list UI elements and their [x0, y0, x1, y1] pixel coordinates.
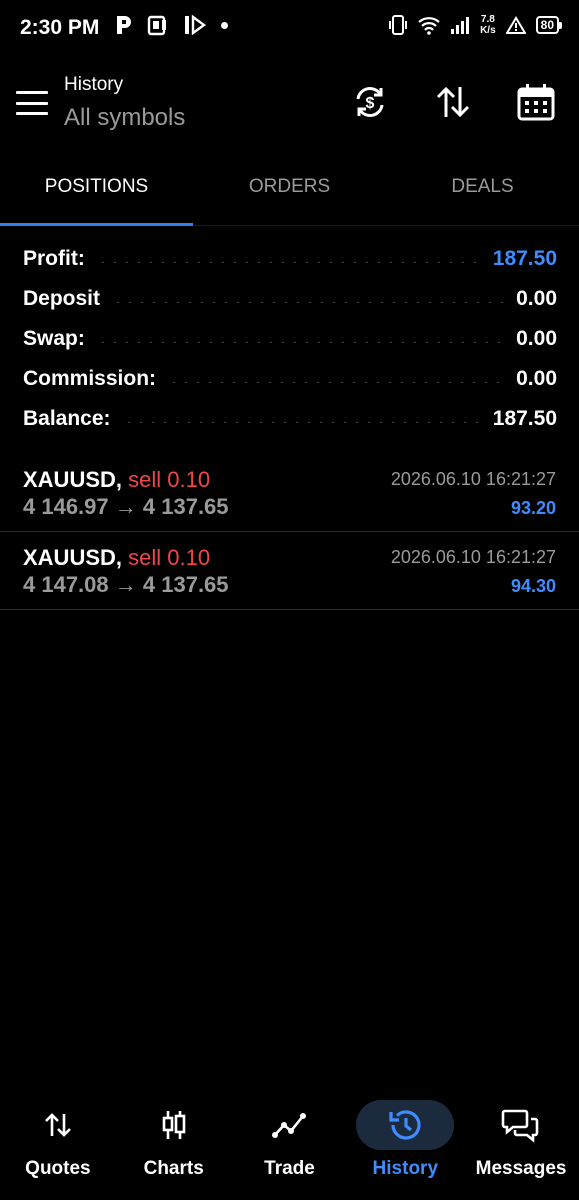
- candlestick-icon: [162, 1111, 185, 1139]
- arrow-icon: →: [114, 494, 137, 519]
- notification-icons: [115, 14, 228, 36]
- open-price: 4 146.97: [23, 494, 109, 519]
- battery-indicator: 80: [535, 16, 563, 34]
- leader-dots: [122, 421, 481, 423]
- page-title: History: [64, 74, 124, 95]
- trade-side: sell 0.10: [128, 545, 211, 570]
- history-tabs: POSITIONS ORDERS DEALS: [0, 148, 579, 226]
- trade-side: sell 0.10: [128, 467, 211, 492]
- history-icon: [389, 1110, 421, 1140]
- position-time: 2026.06.10 16:21:27: [390, 469, 556, 489]
- deposit-value: 0.00: [516, 287, 557, 310]
- net-speed: 7.8 K/s: [480, 14, 496, 36]
- position-time: 2026.06.10 16:21:27: [390, 547, 556, 567]
- sort-button[interactable]: [431, 80, 475, 124]
- position-prices: 4 146.97 → 4 137.65: [23, 494, 229, 520]
- positions-list: XAUUSD, sell 0.10 4 146.97 → 4 137.65 20…: [0, 454, 579, 610]
- warning-icon: [505, 16, 526, 34]
- menu-button[interactable]: [16, 91, 48, 115]
- nav-label: Quotes: [25, 1158, 91, 1179]
- currency-sync-icon: $: [356, 87, 384, 117]
- leader-dots: [168, 381, 505, 383]
- tab-deals[interactable]: DEALS: [386, 148, 579, 225]
- wallet-app-icon: [147, 15, 166, 36]
- summary-panel: Profit: 187.50 Deposit 0.00 Swap: 0.00 C…: [23, 239, 557, 439]
- close-price: 4 137.65: [142, 572, 229, 597]
- app-bar: History All symbols $: [0, 58, 579, 148]
- nav-label: Charts: [143, 1158, 204, 1179]
- nav-label: History: [372, 1158, 439, 1179]
- bottom-navigation: Quotes Charts Trade History Messages: [0, 1090, 579, 1200]
- symbol-name: XAUUSD,: [23, 545, 123, 570]
- balance-label: Balance:: [23, 407, 111, 430]
- nav-charts[interactable]: Charts: [116, 1090, 232, 1200]
- leader-dots: [96, 261, 481, 263]
- nav-trade[interactable]: Trade: [232, 1090, 348, 1200]
- profit-value: 187.50: [492, 247, 557, 270]
- p-app-icon: [117, 16, 131, 34]
- symbol-filter[interactable]: All symbols: [64, 104, 185, 132]
- leader-dots: [112, 301, 505, 303]
- leader-dots: [96, 341, 505, 343]
- symbol-name: XAUUSD,: [23, 467, 123, 492]
- signal-icon: [451, 17, 470, 34]
- position-row[interactable]: XAUUSD, sell 0.10 4 147.08 → 4 137.65 20…: [0, 532, 579, 610]
- commission-value: 0.00: [516, 367, 557, 390]
- menu-icon-line: [16, 112, 48, 115]
- tab-positions[interactable]: POSITIONS: [0, 148, 193, 226]
- sort-icon: [436, 86, 470, 118]
- commission-label: Commission:: [23, 367, 157, 390]
- position-symbol: XAUUSD, sell 0.10: [23, 467, 210, 493]
- nav-history[interactable]: History: [347, 1090, 463, 1200]
- nav-icon-container: [125, 1100, 223, 1150]
- vibrate-icon: [389, 15, 408, 35]
- nav-label: Messages: [475, 1158, 567, 1179]
- balance-value: 187.50: [492, 407, 557, 430]
- net-speed-unit: K/s: [480, 25, 496, 36]
- summary-row-deposit: Deposit 0.00: [23, 279, 557, 319]
- more-notifications-dot: [221, 21, 228, 29]
- currency-sync-button[interactable]: $: [348, 80, 392, 124]
- position-symbol: XAUUSD, sell 0.10: [23, 545, 210, 571]
- deposit-label: Deposit: [23, 287, 101, 310]
- position-row[interactable]: XAUUSD, sell 0.10 4 146.97 → 4 137.65 20…: [0, 454, 579, 532]
- nav-icon-container: [240, 1100, 338, 1150]
- status-bar: 2:30 PM 7.8 K/s 80: [0, 0, 579, 58]
- summary-row-swap: Swap: 0.00: [23, 319, 557, 359]
- svg-text:$: $: [366, 95, 375, 112]
- net-speed-value: 7.8: [480, 14, 495, 25]
- arrow-icon: →: [114, 572, 137, 597]
- position-profit: 93.20: [510, 498, 556, 518]
- position-profit: 94.30: [510, 576, 556, 596]
- calendar-icon: [517, 84, 555, 121]
- updown-arrows-icon: [44, 1113, 71, 1137]
- system-icons: 7.8 K/s 80: [388, 14, 563, 36]
- close-price: 4 137.65: [142, 494, 229, 519]
- swap-label: Swap:: [23, 327, 85, 350]
- summary-row-balance: Balance: 187.50: [23, 399, 557, 439]
- position-prices: 4 147.08 → 4 137.65: [23, 572, 229, 598]
- profit-label: Profit:: [23, 247, 85, 270]
- trade-line-icon: [272, 1113, 307, 1138]
- tab-orders[interactable]: ORDERS: [193, 148, 386, 225]
- menu-icon-line: [16, 101, 48, 105]
- nav-icon-container: [472, 1100, 570, 1150]
- nav-icon-container: [9, 1100, 107, 1150]
- nav-quotes[interactable]: Quotes: [0, 1090, 116, 1200]
- summary-row-profit: Profit: 187.50: [23, 239, 557, 279]
- nav-icon-container: [356, 1100, 455, 1150]
- menu-icon-line: [16, 91, 48, 94]
- swap-value: 0.00: [516, 327, 557, 350]
- calendar-button[interactable]: [514, 80, 558, 124]
- open-price: 4 147.08: [23, 572, 109, 597]
- summary-row-commission: Commission: 0.00: [23, 359, 557, 399]
- nav-label: Trade: [264, 1158, 315, 1179]
- wifi-icon: [418, 17, 440, 35]
- play-app-icon: [185, 14, 207, 36]
- status-time: 2:30 PM: [20, 16, 100, 39]
- nav-messages[interactable]: Messages: [463, 1090, 579, 1200]
- messages-icon: [501, 1109, 539, 1143]
